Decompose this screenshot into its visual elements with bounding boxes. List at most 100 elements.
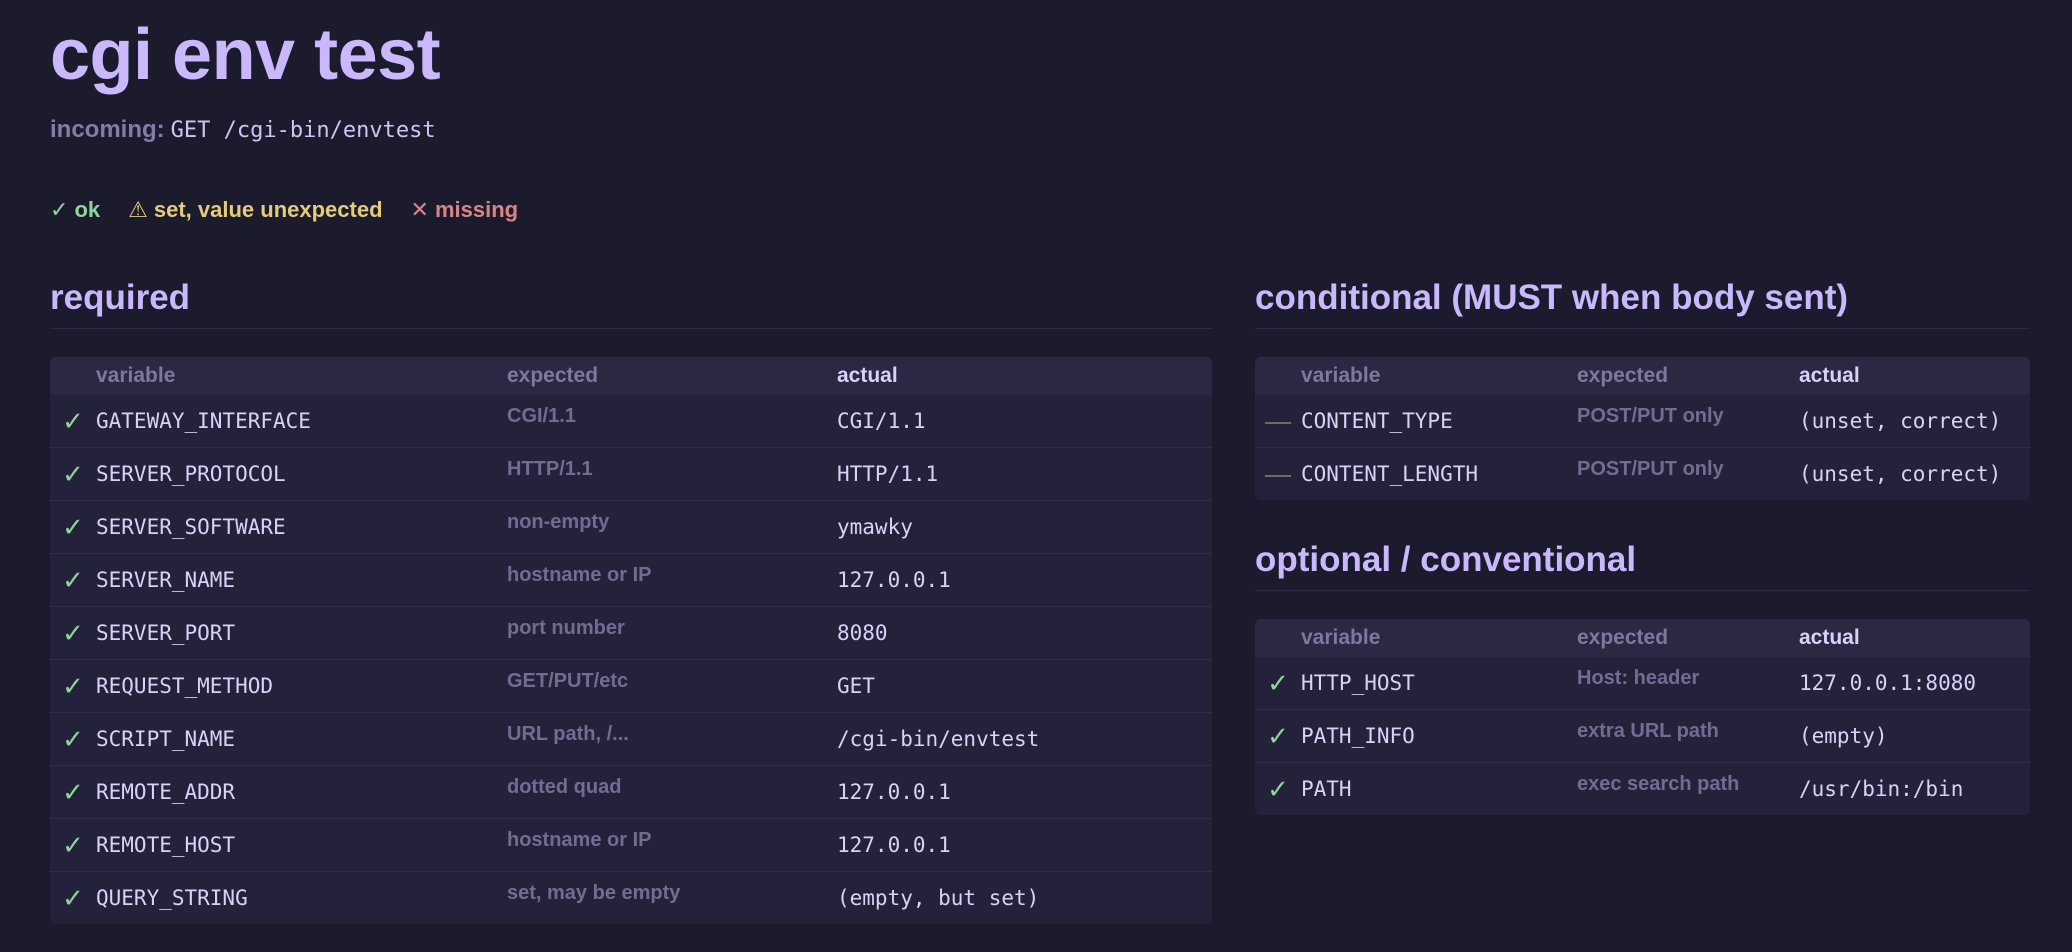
table-body: CONTENT_TYPE POST/PUT only (unset, correct… [1255, 395, 2030, 500]
cell-variable: REMOTE_HOST [96, 833, 236, 857]
cell-expected: Host: header [1577, 667, 1700, 689]
cell-expected: hostname or IP [507, 829, 652, 851]
table-row: ✓ SERVER_PORT port number 8080 [50, 606, 1212, 659]
check-icon: ✓ [62, 776, 84, 807]
cell-actual: (unset, correct) [1799, 462, 2002, 486]
incoming-request: incoming: GET /cgi-bin/envtest [50, 116, 436, 144]
cell-variable: REMOTE_ADDR [96, 780, 236, 804]
cross-icon: ✕ [410, 197, 429, 222]
cell-variable: SERVER_PORT [96, 621, 236, 645]
cell-actual: 127.0.0.1:8080 [1799, 671, 1977, 695]
legend-ok: ✓ ok [50, 197, 100, 223]
cell-expected: port number [507, 617, 625, 639]
cell-expected: URL path, /... [507, 723, 629, 745]
table-header: variable expected actual [50, 357, 1212, 395]
table-row: ✓ REMOTE_HOST hostname or IP 127.0.0.1 [50, 818, 1212, 871]
cell-expected: non-empty [507, 511, 610, 533]
check-icon: ✓ [62, 829, 84, 860]
cell-actual: /usr/bin:/bin [1799, 777, 1964, 801]
table-header: variable expected actual [1255, 619, 2030, 657]
cell-actual: (empty) [1799, 724, 1888, 748]
cell-actual: CGI/1.1 [837, 409, 926, 433]
table-row: ✓ PATH exec search path/usr/bin:/bin [1255, 762, 2030, 815]
section-optional: optional / conventional variable expecte… [1255, 540, 2030, 815]
check-icon: ✓ [62, 511, 84, 542]
check-icon: ✓ [62, 458, 84, 489]
cell-actual: 127.0.0.1 [837, 568, 951, 592]
cell-expected: GET/PUT/etc [507, 670, 629, 692]
env-table-required: variable expected actual ✓ GATEWAY_INTERF… [50, 357, 1212, 924]
warning-icon: ⚠ [128, 197, 148, 222]
page-title: cgi env test [50, 15, 441, 95]
dash-icon [1255, 459, 1301, 490]
check-icon: ✓ [62, 670, 84, 701]
check-icon: ✓ [1267, 773, 1289, 804]
table-row: CONTENT_TYPE POST/PUT only (unset, correct… [1255, 395, 2030, 447]
section-required: required variable expected actual ✓ GATEW… [50, 278, 1212, 924]
legend-ok-label: ok [74, 197, 101, 222]
table-body: ✓ GATEWAY_INTERFACE CGI/1.1 CGI/1.1 ✓ SERVER_… [50, 395, 1212, 924]
status-legend: ✓ ok ⚠ set, value unexpected ✕ missing [50, 197, 518, 223]
table-row: ✓ GATEWAY_INTERFACE CGI/1.1 CGI/1.1 [50, 395, 1212, 447]
legend-missing: ✕ missing [411, 197, 519, 223]
cell-expected: HTTP/1.1 [507, 458, 593, 480]
cell-actual: 127.0.0.1 [837, 780, 951, 804]
table-row: ✓ QUERY_STRING set, may be empty (empty, bu… [50, 871, 1212, 924]
section-conditional: conditional (MUST when body sent) variab… [1255, 278, 2030, 500]
check-icon: ✓ [1267, 720, 1289, 751]
incoming-value: GET /cgi-bin/envtest [170, 118, 436, 143]
incoming-label: incoming: [50, 116, 165, 143]
check-icon: ✓ [62, 617, 84, 648]
column-header-expected: expected [1577, 626, 1669, 649]
cell-expected: CGI/1.1 [507, 405, 576, 427]
cell-actual: /cgi-bin/envtest [837, 727, 1040, 751]
cell-actual: ymawky [837, 515, 913, 539]
cell-actual: (empty, but set) [837, 886, 1040, 910]
section-heading: conditional (MUST when body sent) [1255, 278, 2030, 329]
cell-variable: PATH_INFO [1301, 724, 1415, 748]
table-row: ✓ PATH_INFO extra URL path (empty) [1255, 709, 2030, 762]
cell-variable: GATEWAY_INTERFACE [96, 409, 311, 433]
column-header-actual: actual [837, 364, 898, 387]
column-header-variable: variable [1301, 626, 1381, 649]
cell-expected: hostname or IP [507, 564, 652, 586]
column-header-expected: expected [507, 364, 599, 387]
column-header-variable: variable [1301, 364, 1381, 387]
cell-expected: POST/PUT only [1577, 458, 1724, 480]
section-heading: optional / conventional [1255, 540, 2030, 591]
cell-variable: REQUEST_METHOD [96, 674, 274, 698]
check-icon: ✓ [50, 197, 69, 222]
table-row: ✓ SCRIPT_NAME URL path, /... /cgi-bin/envte… [50, 712, 1212, 765]
table-body: ✓ HTTP_HOST Host: header 127.0.0.1:8080 ✓ PAT… [1255, 657, 2030, 815]
table-row: ✓ HTTP_HOST Host: header 127.0.0.1:8080 [1255, 657, 2030, 709]
table-row: CONTENT_LENGTH POST/PUT only (unset, corre… [1255, 447, 2030, 500]
cell-variable: SERVER_SOFTWARE [96, 515, 286, 539]
column-header-actual: actual [1799, 364, 1860, 387]
check-icon: ✓ [62, 405, 84, 436]
cell-expected: exec search path [1577, 773, 1740, 795]
dash-icon [1255, 406, 1301, 437]
table-header: variable expected actual [1255, 357, 2030, 395]
cell-variable: SERVER_PROTOCOL [96, 462, 286, 486]
column-header-expected: expected [1577, 364, 1669, 387]
cell-actual: (unset, correct) [1799, 409, 2002, 433]
check-icon: ✓ [62, 564, 84, 595]
cell-actual: GET [837, 674, 875, 698]
table-row: ✓ SERVER_NAME hostname or IP 127.0.0.1 [50, 553, 1212, 606]
cell-actual: HTTP/1.1 [837, 462, 939, 486]
cell-actual: 127.0.0.1 [837, 833, 951, 857]
table-row: ✓ REQUEST_METHOD GET/PUT/etc GET [50, 659, 1212, 712]
legend-missing-label: missing [434, 197, 519, 222]
cell-expected: dotted quad [507, 776, 622, 798]
cell-variable: QUERY_STRING [96, 886, 248, 910]
env-table-optional: variable expected actual ✓ HTTP_HOST Host:… [1255, 619, 2030, 815]
cell-expected: set, may be empty [507, 882, 681, 904]
table-row: ✓ REMOTE_ADDR dotted quad 127.0.0.1 [50, 765, 1212, 818]
table-row: ✓ SERVER_PROTOCOL HTTP/1.1 HTTP/1.1 [50, 447, 1212, 500]
cell-variable: PATH [1301, 777, 1352, 801]
cell-variable: CONTENT_TYPE [1301, 409, 1453, 433]
check-icon: ✓ [62, 723, 84, 754]
cell-variable: SERVER_NAME [96, 568, 236, 592]
legend-warn: ⚠ set, value unexpected [128, 197, 382, 223]
cell-expected: extra URL path [1577, 720, 1719, 742]
